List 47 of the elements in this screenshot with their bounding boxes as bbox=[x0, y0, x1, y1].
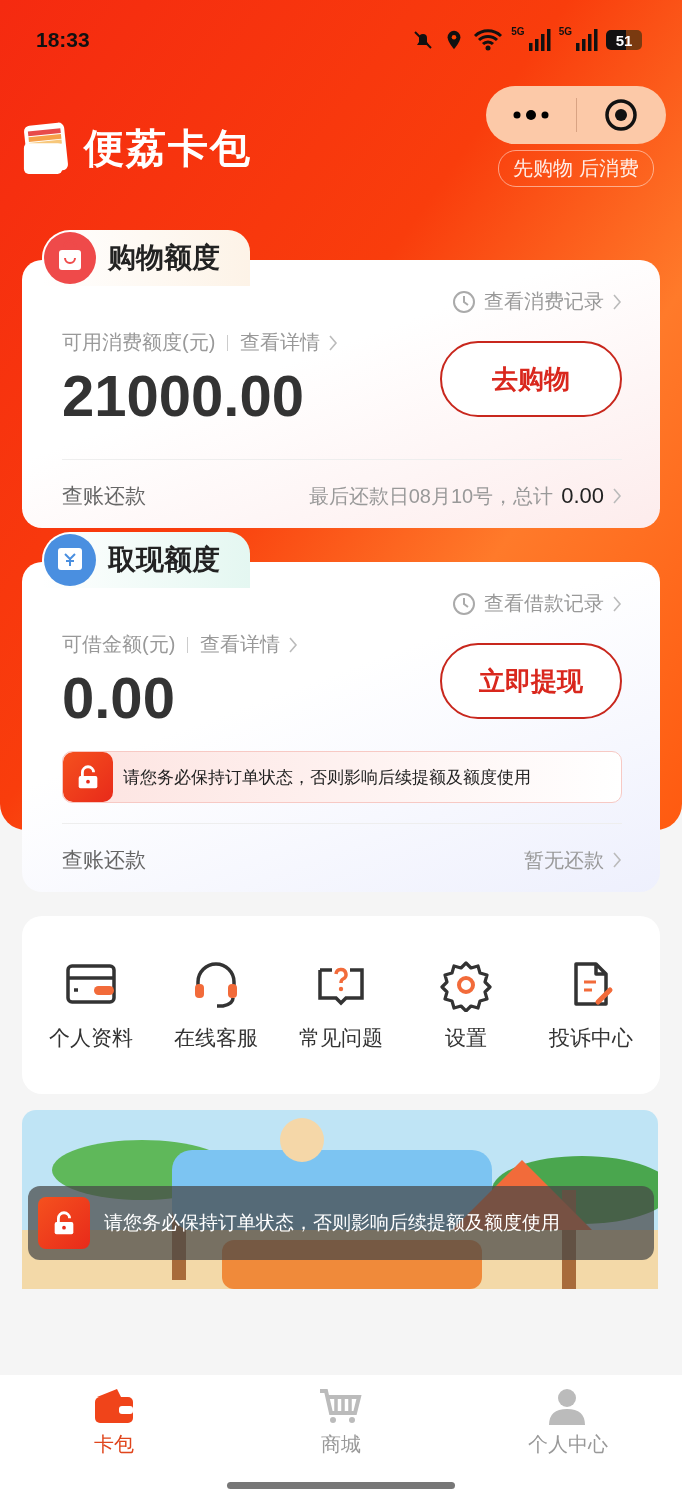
chevron-icon bbox=[288, 635, 299, 654]
signal-icon bbox=[526, 28, 551, 52]
amount-value: 0.00 bbox=[62, 664, 176, 731]
details-link[interactable]: 查看详情 bbox=[200, 631, 299, 658]
shopping-bag-icon bbox=[42, 230, 98, 286]
clock-icon bbox=[452, 591, 476, 616]
card-title: 取现额度 bbox=[108, 543, 220, 577]
action-button[interactable]: 立即提现 bbox=[440, 643, 622, 719]
chevron-icon bbox=[612, 487, 622, 505]
record-link[interactable]: 查看借款记录 bbox=[452, 590, 622, 617]
battery-indicator: 51 bbox=[606, 30, 642, 50]
clock: 18:33 bbox=[36, 28, 90, 52]
record-link[interactable]: 查看消费记录 bbox=[452, 288, 622, 315]
details-link[interactable]: 查看详情 bbox=[240, 329, 339, 356]
signal-icon bbox=[574, 28, 598, 52]
app-title: 便荔卡包 bbox=[84, 124, 252, 172]
notice-text: 请您务必保持订单状态，否则影响后续提额及额度使用 bbox=[123, 766, 531, 789]
nav-tab[interactable]: 商城 bbox=[227, 1375, 455, 1470]
menu-item[interactable]: 常见问题 bbox=[280, 958, 401, 1094]
wifi-icon bbox=[473, 28, 504, 52]
target-icon bbox=[604, 98, 639, 132]
chevron-icon bbox=[612, 594, 622, 613]
repay-link[interactable]: 暂无还款 bbox=[524, 846, 622, 874]
action-button[interactable]: 去购物 bbox=[440, 341, 622, 417]
nav-tab[interactable]: 个人中心 bbox=[454, 1375, 682, 1470]
settings-icon bbox=[439, 958, 494, 1012]
menu-item[interactable]: 设置 bbox=[406, 958, 527, 1094]
amount-label: 可借金额(元) bbox=[62, 632, 176, 657]
slogan-tag: 先购物 后消费 bbox=[498, 150, 654, 187]
network-type: 5G bbox=[558, 25, 572, 37]
repay-label: 查账还款 bbox=[62, 847, 146, 873]
amount-value: 21000.00 bbox=[62, 362, 305, 429]
repay-link[interactable]: 最后还款日08月10号，总计 0.00 bbox=[308, 482, 622, 510]
cash-icon bbox=[42, 532, 98, 588]
repay-label: 查账还款 bbox=[62, 483, 146, 509]
card-title: 购物额度 bbox=[108, 241, 220, 275]
network-type: 5G bbox=[511, 25, 525, 37]
toast-text: 请您务必保持订单状态，否则影响后续提额及额度使用 bbox=[104, 1211, 560, 1235]
menu-item[interactable]: 个人资料 bbox=[30, 958, 151, 1094]
menu-item[interactable]: 在线客服 bbox=[155, 958, 276, 1094]
amount-label: 可用消费额度(元) bbox=[62, 330, 216, 355]
chevron-icon bbox=[612, 851, 622, 869]
chevron-icon bbox=[328, 333, 339, 352]
chevron-icon bbox=[612, 292, 622, 311]
clock-icon bbox=[452, 289, 476, 314]
menu-item[interactable]: 投诉中心 bbox=[531, 958, 652, 1094]
nav-tab[interactable]: 卡包 bbox=[0, 1375, 228, 1470]
